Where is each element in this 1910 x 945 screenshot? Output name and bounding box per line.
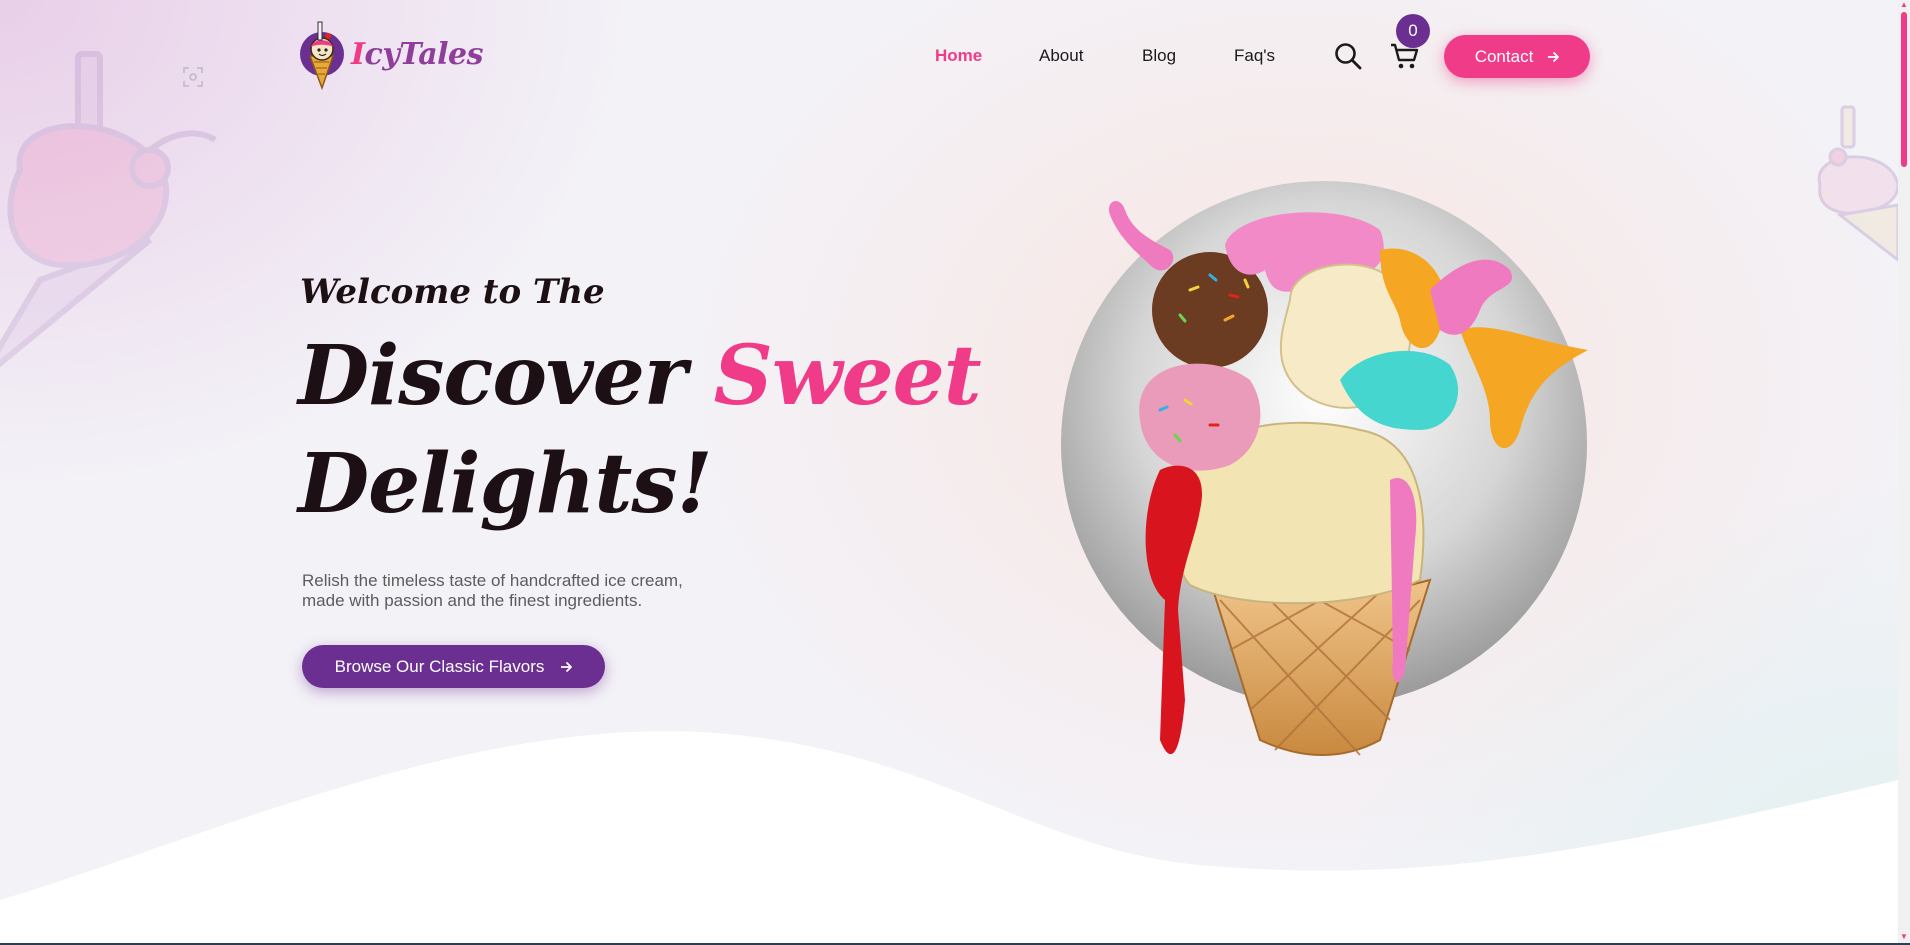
wave-divider — [0, 731, 1898, 943]
ice-cream-logo-icon — [300, 21, 344, 90]
hero-description-line-1: Relish the timeless taste of handcrafted… — [302, 571, 683, 590]
brand-logo[interactable]: IcyTales — [299, 18, 484, 90]
headline-discover: Discover — [298, 328, 687, 424]
brand-name: IcyTales — [351, 36, 484, 72]
page-viewport: IcyTales Home About Blog Faq's 0 Contact… — [0, 0, 1898, 943]
scrollbar-thumb[interactable] — [1901, 12, 1907, 167]
nav-item-home[interactable]: Home — [935, 46, 982, 66]
nav-item-faqs[interactable]: Faq's — [1234, 46, 1275, 66]
contact-button[interactable]: Contact — [1444, 35, 1590, 78]
vertical-scrollbar[interactable]: ▲ ▼ — [1898, 0, 1910, 943]
focus-small-icon — [183, 67, 203, 87]
contact-button-label: Contact — [1474, 46, 1534, 66]
cart-count-badge: 0 — [1396, 14, 1430, 48]
nav-item-about[interactable]: About — [1039, 46, 1083, 66]
headline-delights: Delights! — [298, 436, 713, 532]
arrow-right-icon — [1548, 51, 1560, 62]
browse-flavors-label: Browse Our Classic Flavors — [334, 656, 545, 676]
scroll-down-arrow-icon[interactable]: ▼ — [1899, 933, 1909, 941]
hero-description-line-2: made with passion and the finest ingredi… — [302, 591, 643, 610]
hero-welcome: Welcome to The — [300, 272, 605, 312]
background-ice-cream-left-decoration — [0, 51, 217, 368]
hero-ice-cream-image — [1061, 181, 1588, 756]
scroll-up-arrow-icon[interactable]: ▲ — [1899, 1, 1909, 9]
hero-description: Relish the timeless taste of handcrafted… — [302, 571, 722, 611]
hero-headline: Discover Sweet Delights! — [298, 322, 982, 538]
background-ice-cream-right-decoration — [1817, 105, 1898, 262]
arrow-right-icon — [561, 661, 573, 672]
headline-sweet: Sweet — [713, 328, 982, 424]
search-icon[interactable] — [1334, 42, 1362, 70]
browse-flavors-button[interactable]: Browse Our Classic Flavors — [302, 645, 605, 688]
nav-item-blog[interactable]: Blog — [1142, 46, 1176, 66]
